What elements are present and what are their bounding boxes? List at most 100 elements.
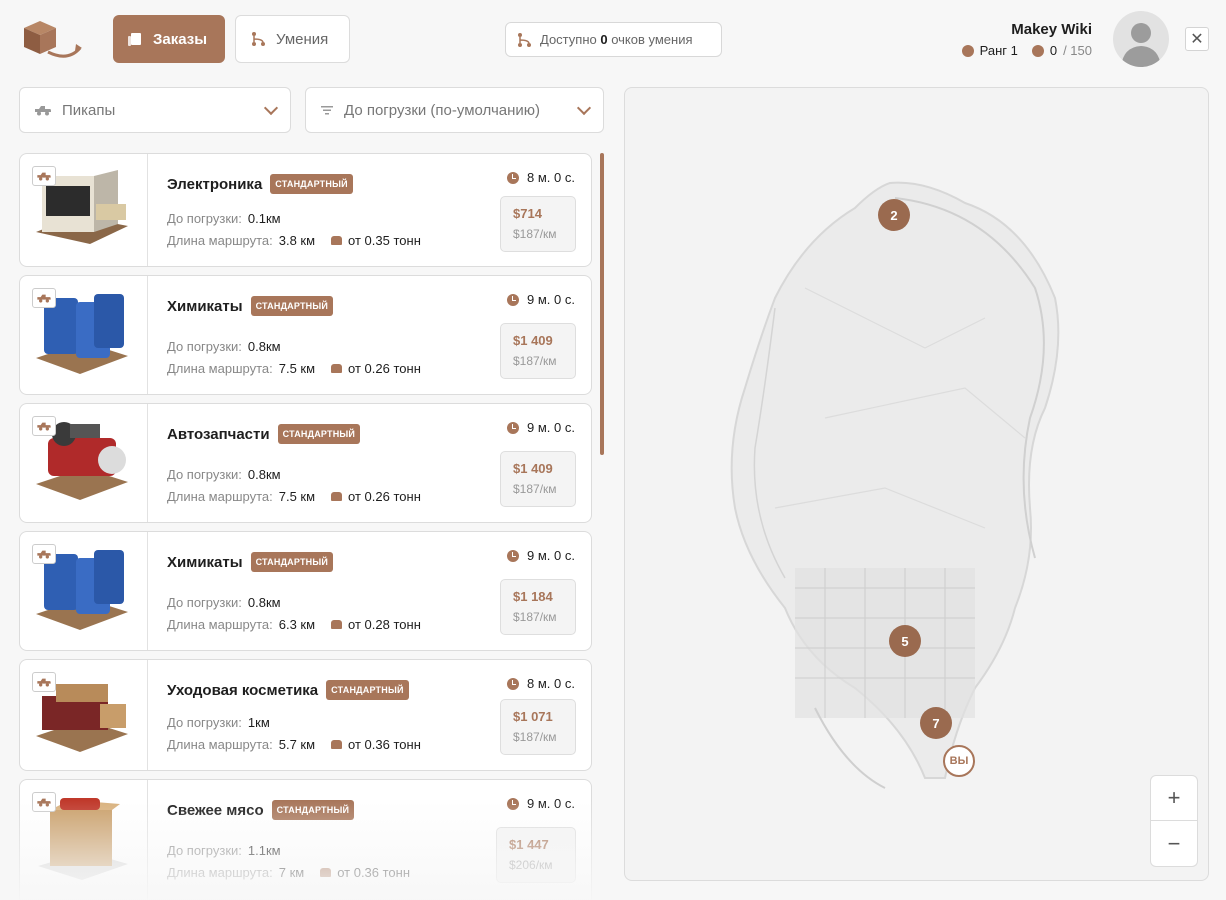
pickup-truck-icon	[32, 288, 56, 308]
order-time-value: 8 м. 0 с.	[527, 676, 575, 691]
order-price-per-km: $187/км	[513, 730, 557, 744]
order-time: 9 м. 0 с.	[507, 420, 575, 435]
order-price: $1 447 $206/км	[496, 827, 576, 883]
order-price: $1 071 $187/км	[500, 699, 576, 755]
tab-orders[interactable]: Заказы	[113, 15, 225, 63]
order-distance-to-load: До погрузки: 0.8км	[167, 595, 281, 610]
order-price: $1 184 $187/км	[500, 579, 576, 635]
zoom-in-button[interactable]: +	[1150, 775, 1198, 821]
order-card[interactable]: Уходовая косметика СТАНДАРТНЫЙ До погруз…	[19, 659, 592, 771]
tab-orders-label: Заказы	[153, 30, 208, 48]
close-button[interactable]: ✕	[1185, 27, 1209, 51]
order-price: $1 409 $187/км	[500, 451, 576, 507]
pickup-truck-icon	[32, 166, 56, 186]
order-time-value: 9 м. 0 с.	[527, 796, 575, 811]
order-distance-to-load: До погрузки: 1км	[167, 715, 270, 730]
pickup-truck-icon	[32, 416, 56, 436]
order-distance-value: 0.8км	[247, 467, 281, 482]
sort-icon	[321, 106, 333, 115]
map-panel[interactable]: 2 5 7 ВЫ	[624, 87, 1209, 881]
order-price-per-km: $187/км	[513, 610, 557, 624]
cargo-image	[20, 660, 148, 770]
order-price: $714 $187/км	[500, 196, 576, 252]
order-card[interactable]: Электроника СТАНДАРТНЫЙ До погрузки: 0.1…	[19, 153, 592, 267]
order-route-label: Длина маршрута:	[167, 233, 273, 248]
order-route-label: Длина маршрута:	[167, 617, 273, 632]
order-badge: СТАНДАРТНЫЙ	[270, 174, 353, 194]
clock-icon	[507, 293, 520, 306]
order-distance-value: 0.8км	[247, 595, 281, 610]
sort-select[interactable]: До погрузки (по-умолчанию)	[305, 87, 604, 133]
order-time: 8 м. 0 с.	[507, 170, 575, 185]
skill-points-suffix: очков умения	[611, 32, 693, 47]
cargo-image	[20, 154, 148, 266]
cargo-image	[20, 532, 148, 650]
order-route-value: 7.5 км	[278, 489, 316, 504]
order-route-value: 7.5 км	[278, 361, 316, 376]
order-weight: от 0.36 тонн	[337, 865, 411, 880]
map-terrain	[730, 181, 1060, 789]
map-pin-label: 7	[932, 715, 940, 731]
cargo-image	[20, 276, 148, 394]
orders-list[interactable]: Электроника СТАНДАРТНЫЙ До погрузки: 0.1…	[19, 153, 593, 900]
order-route: Длина маршрута: 3.8 км от 0.35 тонн	[167, 233, 421, 248]
map-pin[interactable]: 2	[878, 199, 910, 231]
order-card[interactable]: Свежее мясо СТАНДАРТНЫЙ До погрузки: 1.1…	[19, 779, 592, 900]
user-xp: 0	[1049, 43, 1058, 58]
tab-skills-label: Умения	[276, 30, 329, 48]
order-time: 8 м. 0 с.	[507, 676, 575, 691]
order-price-per-km: $187/км	[513, 482, 557, 496]
order-card[interactable]: Химикаты СТАНДАРТНЫЙ До погрузки: 0.8км …	[19, 531, 592, 651]
user-rank: Ранг 1	[979, 43, 1018, 58]
order-weight: от 0.26 тонн	[348, 489, 421, 504]
tab-skills[interactable]: Умения	[235, 15, 350, 63]
map-pin[interactable]: 7	[920, 707, 952, 739]
player-location-marker: ВЫ	[943, 745, 975, 777]
order-price-value: $1 409	[513, 333, 553, 348]
order-badge: СТАНДАРТНЫЙ	[250, 296, 334, 316]
order-title: Уходовая косметика СТАНДАРТНЫЙ	[167, 680, 409, 700]
order-route-label: Длина маршрута:	[167, 361, 273, 376]
box-logo-icon	[24, 21, 82, 58]
order-card[interactable]: Химикаты СТАНДАРТНЫЙ До погрузки: 0.8км …	[19, 275, 592, 395]
pickup-truck-icon	[32, 544, 56, 564]
pickup-truck-icon	[35, 106, 51, 116]
orders-scrollbar[interactable]	[600, 153, 604, 455]
order-route-label: Длина маршрута:	[167, 865, 273, 880]
cargo-image	[20, 780, 148, 900]
order-badge: СТАНДАРТНЫЙ	[271, 800, 355, 820]
order-title-text: Химикаты	[167, 297, 243, 315]
order-price-per-km: $187/км	[513, 354, 557, 368]
order-weight: от 0.28 тонн	[348, 617, 421, 632]
order-distance-to-load: До погрузки: 0.8км	[167, 467, 281, 482]
close-icon: ✕	[1190, 31, 1204, 48]
avatar[interactable]	[1113, 11, 1169, 67]
order-time-value: 9 м. 0 с.	[527, 292, 575, 307]
map-pin[interactable]: 5	[889, 625, 921, 657]
weight-icon	[331, 740, 343, 749]
vehicle-filter-select[interactable]: Пикапы	[19, 87, 291, 133]
order-time: 9 м. 0 с.	[507, 796, 575, 811]
order-title: Электроника СТАНДАРТНЫЙ	[167, 174, 353, 194]
order-distance-label: До погрузки:	[167, 339, 242, 354]
order-distance-label: До погрузки:	[167, 211, 242, 226]
zoom-out-button[interactable]: −	[1150, 821, 1198, 867]
order-route-label: Длина маршрута:	[167, 737, 273, 752]
skill-tree-icon	[252, 32, 265, 46]
order-distance-value: 1.1км	[247, 843, 281, 858]
order-title-text: Уходовая косметика	[167, 681, 319, 699]
order-price: $1 409 $187/км	[500, 323, 576, 379]
order-route: Длина маршрута: 7.5 км от 0.26 тонн	[167, 489, 421, 504]
order-price-value: $714	[513, 206, 542, 221]
weight-icon	[331, 364, 343, 373]
user-xp-max: / 150	[1063, 43, 1092, 58]
weight-icon	[331, 620, 343, 629]
order-time: 9 м. 0 с.	[507, 292, 575, 307]
order-distance-label: До погрузки:	[167, 467, 242, 482]
orders-screen: Заказы Умения Доступно 0 очков умения Ma…	[0, 0, 1226, 900]
order-weight: от 0.26 тонн	[348, 361, 421, 376]
order-card[interactable]: Автозапчасти СТАНДАРТНЫЙ До погрузки: 0.…	[19, 403, 592, 523]
order-route-value: 3.8 км	[278, 233, 316, 248]
order-title-text: Электроника	[167, 175, 263, 193]
minus-icon: −	[1167, 830, 1181, 856]
